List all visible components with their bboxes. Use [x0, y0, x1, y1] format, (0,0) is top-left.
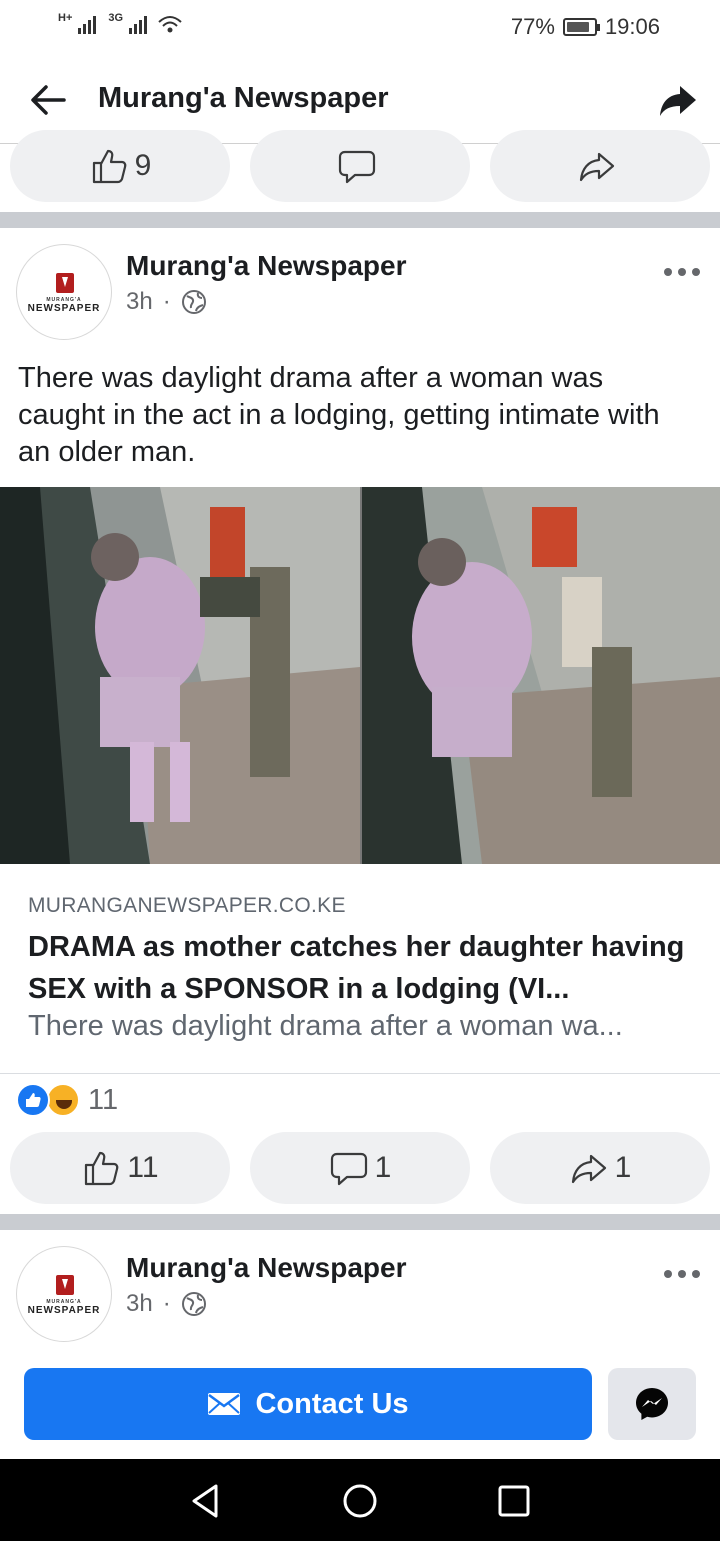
- feed-divider: [0, 212, 720, 228]
- more-options-icon[interactable]: [664, 1264, 700, 1284]
- share-button[interactable]: [490, 130, 710, 202]
- link-preview[interactable]: MURANGANEWSPAPER.CO.KE DRAMA as mother c…: [0, 864, 720, 1074]
- comment-icon: [330, 1152, 367, 1186]
- like-button[interactable]: 9: [10, 130, 230, 202]
- share-button[interactable]: 1: [490, 1132, 710, 1204]
- share-arrow-icon[interactable]: [658, 78, 698, 122]
- network-type-2: 3G: [108, 12, 124, 24]
- feed-divider: [0, 1214, 720, 1230]
- more-options-icon[interactable]: [664, 262, 700, 282]
- comment-count: 1: [374, 1151, 392, 1184]
- page-title: Murang'a Newspaper: [98, 82, 389, 114]
- thumbs-up-icon: [85, 1151, 119, 1186]
- post-text: There was daylight drama after a woman w…: [18, 362, 660, 468]
- messenger-icon: [636, 1388, 668, 1420]
- link-domain: MURANGANEWSPAPER.CO.KE: [28, 894, 346, 917]
- like-reaction-icon: [16, 1083, 50, 1117]
- contact-us-button[interactable]: Contact Us: [24, 1368, 592, 1440]
- thumbs-up-icon: [92, 149, 126, 184]
- comment-button[interactable]: 1: [250, 1132, 470, 1204]
- comment-button[interactable]: [250, 130, 470, 202]
- globe-icon: [181, 290, 206, 314]
- wifi-icon: [158, 16, 182, 33]
- battery-icon: [562, 18, 600, 36]
- avatar[interactable]: MURANG'A NEWSPAPER: [16, 244, 112, 340]
- avatar[interactable]: MURANG'A NEWSPAPER: [16, 1246, 112, 1342]
- post-meta: 3h ·: [126, 288, 207, 316]
- signal-icon: [78, 12, 97, 34]
- reaction-summary[interactable]: 11: [16, 1082, 118, 1118]
- logo-text: NEWSPAPER: [27, 1305, 101, 1316]
- signal-area: H+ 3G: [58, 12, 183, 34]
- home-circle-icon[interactable]: [340, 1481, 380, 1521]
- link-title[interactable]: DRAMA as mother catches her daughter hav…: [28, 926, 700, 1010]
- share-count: 1: [614, 1151, 632, 1184]
- share-icon: [579, 152, 615, 182]
- post-header: MURANG'A NEWSPAPER Murang'a Newspaper 3h…: [0, 244, 720, 344]
- post-actions: 11 1 1: [0, 1132, 720, 1204]
- like-count: 9: [134, 149, 152, 182]
- envelope-icon: [208, 1393, 241, 1415]
- status-bar: H+ 3G 77% 19:06: [0, 0, 720, 56]
- post-image[interactable]: [0, 487, 720, 864]
- status-right: 77% 19:06: [511, 14, 660, 40]
- link-description: There was daylight drama after a woman w…: [28, 1010, 623, 1042]
- back-arrow-icon[interactable]: [26, 78, 70, 122]
- haha-reaction-icon: [46, 1083, 80, 1117]
- post-header: MURANG'A NEWSPAPER Murang'a Newspaper 3h…: [0, 1246, 720, 1346]
- meta-dot: ·: [162, 288, 171, 315]
- system-nav-bar: [0, 1459, 720, 1541]
- share-icon: [571, 1154, 606, 1184]
- battery-percent: 77%: [510, 14, 555, 39]
- contact-us-label: Contact Us: [255, 1387, 409, 1420]
- like-count: 11: [127, 1151, 159, 1184]
- video-frame-left: [0, 487, 360, 864]
- newspaper-logo-icon: [56, 1275, 74, 1295]
- messenger-button[interactable]: [608, 1368, 696, 1440]
- post-time[interactable]: 3h: [126, 288, 153, 316]
- meta-dot: ·: [162, 1290, 171, 1317]
- previous-post-actions: 9: [0, 130, 720, 202]
- signal-icon-2: [129, 12, 148, 34]
- back-triangle-icon[interactable]: [186, 1481, 226, 1521]
- clock: 19:06: [604, 14, 660, 39]
- like-button[interactable]: 11: [10, 1132, 230, 1204]
- post-time[interactable]: 3h: [126, 1290, 153, 1318]
- post-author[interactable]: Murang'a Newspaper: [126, 250, 407, 282]
- newspaper-logo-icon: [56, 273, 74, 293]
- post-meta: 3h ·: [126, 1290, 207, 1318]
- video-frame-right: [362, 487, 720, 864]
- globe-icon: [181, 1292, 206, 1316]
- reaction-count: 11: [88, 1083, 119, 1116]
- network-type-1: H+: [58, 12, 73, 24]
- comment-icon: [338, 150, 376, 184]
- recents-square-icon[interactable]: [494, 1481, 534, 1521]
- post-author[interactable]: Murang'a Newspaper: [126, 1252, 407, 1284]
- logo-text: NEWSPAPER: [27, 303, 101, 314]
